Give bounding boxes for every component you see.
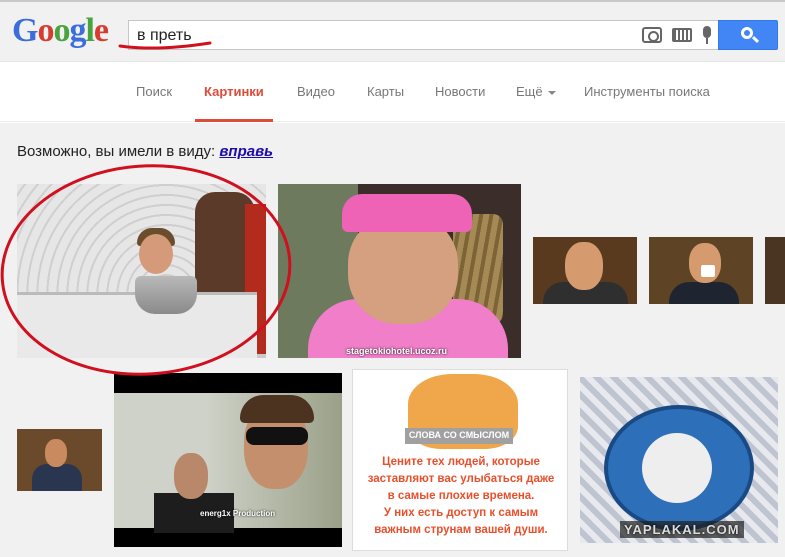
image-result-stadium-banner[interactable]: YAPLAKAL.COM — [580, 377, 778, 543]
image-figure — [32, 464, 82, 491]
quote-line: заставляют вас улыбаться даже — [367, 473, 555, 485]
image-watermark: stagetokiohotel.ucoz.ru — [346, 346, 448, 356]
red-underline-annotation — [118, 41, 212, 50]
google-logo[interactable]: Google — [12, 12, 109, 49]
image-figure — [174, 453, 208, 499]
chevron-down-icon — [547, 90, 556, 95]
image-cup — [701, 265, 715, 277]
search-tools — [642, 26, 712, 44]
image-result-man-cup[interactable] — [649, 237, 753, 304]
tab-more[interactable]: Ещё — [516, 84, 556, 99]
logo-letter: o — [37, 12, 54, 49]
image-watermark: energ1x Production — [200, 509, 276, 518]
active-tab-indicator — [195, 119, 273, 122]
search-input[interactable]: в преть — [128, 20, 718, 50]
image-result-pink-hoodie[interactable]: stagetokiohotel.ucoz.ru — [278, 184, 521, 358]
quote-line: в самые плохие времена. — [387, 490, 535, 502]
red-circle-annotation — [0, 164, 292, 376]
suggestion-prefix: Возможно, вы имели в виду: — [17, 143, 216, 160]
image-result-partial[interactable] — [765, 237, 785, 304]
image-emblem — [642, 433, 712, 503]
tab-images[interactable]: Картинки — [204, 84, 264, 99]
spelling-suggestion: Возможно, вы имели в виду: вправь — [17, 143, 273, 160]
image-figure — [669, 282, 739, 304]
image-watermark: YAPLAKAL.COM — [620, 521, 744, 538]
tab-search-tools[interactable]: Инструменты поиска — [584, 84, 710, 99]
image-figure — [45, 439, 67, 467]
search-icon-handle — [751, 35, 760, 44]
logo-letter: o — [53, 12, 70, 49]
image-figure — [689, 243, 721, 283]
search-button[interactable] — [718, 20, 778, 50]
image-quote: Цените тех людей, которые заставляют вас… — [353, 454, 567, 539]
logo-letter: G — [12, 12, 38, 49]
page: Google в преть Поиск Картинки Видео Карт… — [0, 0, 785, 557]
header: Google в преть — [0, 0, 785, 62]
camera-icon[interactable] — [642, 27, 662, 43]
logo-letter: g — [69, 12, 86, 49]
microphone-icon[interactable] — [702, 26, 712, 44]
image-result-man-1[interactable] — [533, 237, 637, 304]
image-result-man-small[interactable] — [17, 429, 102, 491]
tab-more-label: Ещё — [516, 84, 543, 99]
suggestion-link[interactable]: вправь — [219, 143, 273, 160]
tab-search[interactable]: Поиск — [136, 84, 172, 99]
logo-letter: l — [85, 12, 95, 49]
image-sunglasses — [246, 427, 308, 445]
image-figure — [565, 242, 603, 290]
image-banner-text: СЛОВА СО СМЫСЛОМ — [408, 430, 510, 440]
quote-line: важным струнам вашей души. — [374, 524, 548, 536]
image-figure — [342, 194, 472, 232]
tab-news[interactable]: Новости — [435, 84, 485, 99]
quote-line: У них есть доступ к самым — [383, 507, 539, 519]
tab-maps[interactable]: Карты — [367, 84, 404, 99]
tab-video[interactable]: Видео — [297, 84, 335, 99]
quote-line: Цените тех людей, которые — [382, 456, 540, 468]
logo-letter: e — [93, 12, 109, 49]
search-tabs: Поиск Картинки Видео Карты Новости Ещё И… — [0, 62, 785, 122]
keyboard-icon[interactable] — [672, 28, 692, 42]
image-result-cat-quote[interactable]: СЛОВА СО СМЫСЛОМ Цените тех людей, котор… — [352, 369, 568, 551]
